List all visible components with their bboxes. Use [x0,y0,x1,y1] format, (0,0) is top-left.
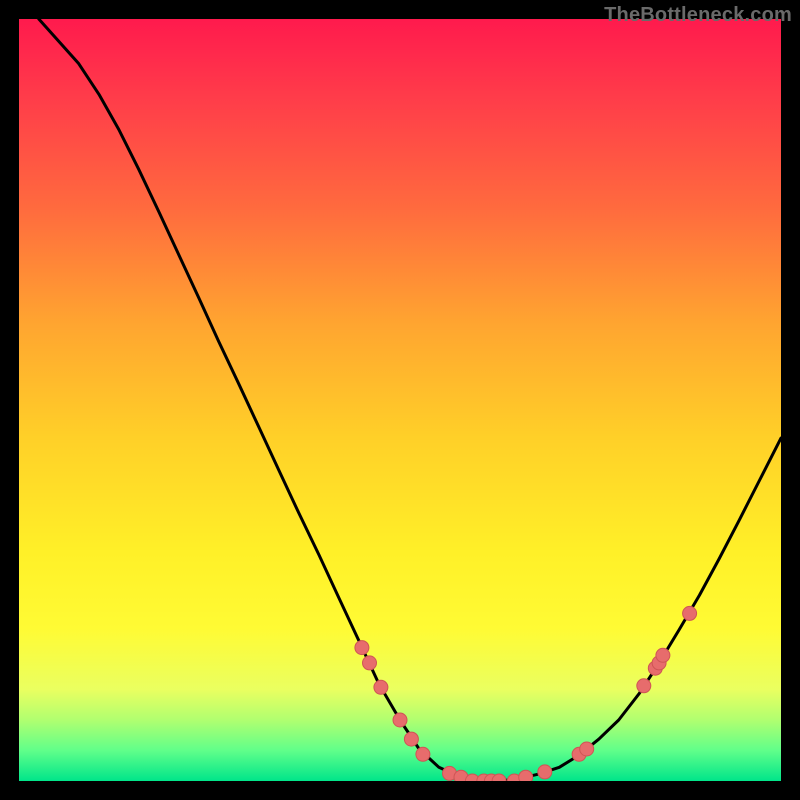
scatter-point [580,742,594,756]
curve-layer [19,19,781,781]
scatter-point [416,747,430,761]
scatter-point [656,648,670,662]
scatter-point [683,606,697,620]
scatter-point [519,770,533,781]
chart-frame: TheBottleneck.com [0,0,800,800]
bottleneck-curve [39,19,781,781]
scatter-point [355,641,369,655]
scatter-point [374,680,388,694]
watermark-text: TheBottleneck.com [604,4,792,27]
scatter-points [355,606,697,781]
scatter-point [363,656,377,670]
scatter-point [538,765,552,779]
scatter-point [637,679,651,693]
scatter-point [393,713,407,727]
scatter-point [404,732,418,746]
plot-area [19,19,781,781]
